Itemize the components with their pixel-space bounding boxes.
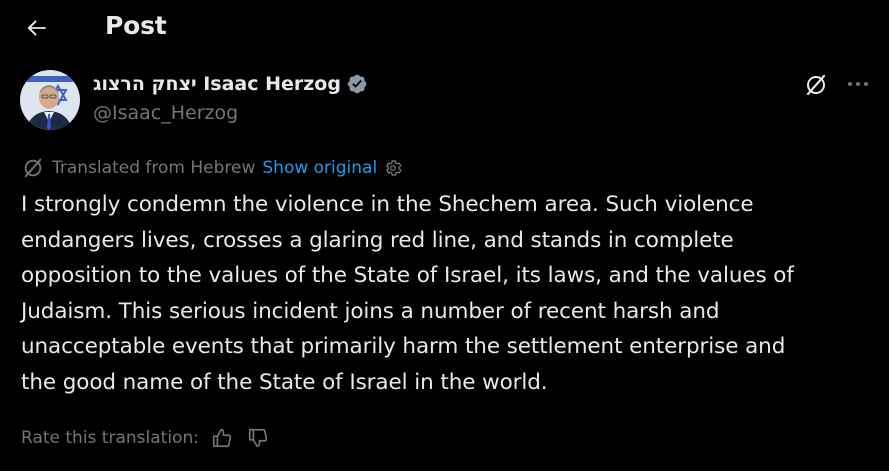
back-button[interactable] (20, 11, 54, 45)
show-original-link[interactable]: Show original (262, 158, 377, 178)
translated-from-label: Translated from Hebrew (52, 158, 256, 178)
rate-translation-label: Rate this translation: (21, 428, 199, 448)
post-header: Post (0, 0, 889, 53)
thumbs-down-icon[interactable] (247, 427, 269, 449)
rate-translation-row: Rate this translation: (21, 425, 269, 451)
author-display-name[interactable]: יצחק הרצוג Isaac Herzog (93, 73, 341, 95)
avatar[interactable] (20, 70, 80, 130)
author-handle[interactable]: @Isaac_Herzog (93, 102, 238, 124)
thumbs-up-icon[interactable] (211, 427, 233, 449)
author-name-row: יצחק הרצוג Isaac Herzog (93, 71, 368, 97)
avatar-image (20, 70, 80, 130)
grok-button[interactable] (803, 72, 829, 98)
more-icon (848, 82, 868, 86)
more-options-button[interactable] (842, 72, 874, 96)
grok-translate-icon (24, 158, 42, 178)
page-title: Post (105, 11, 167, 40)
grok-icon (806, 74, 826, 96)
arrow-left-icon (27, 20, 46, 36)
translation-row: Translated from Hebrew Show original (22, 156, 403, 180)
post-text: I strongly condemn the violence in the S… (21, 192, 794, 395)
verified-badge-icon[interactable] (346, 73, 368, 95)
gear-icon[interactable] (383, 158, 403, 178)
